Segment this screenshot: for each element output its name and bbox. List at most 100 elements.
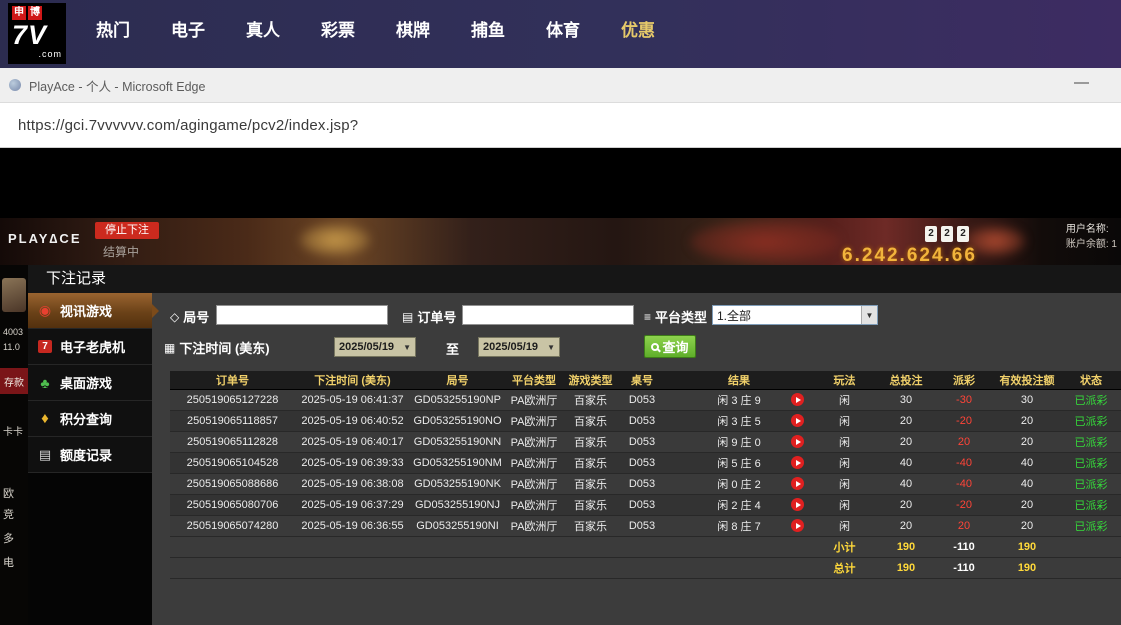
replay-play-button[interactable] bbox=[791, 519, 804, 532]
cell-time: 2025-05-19 06:38:08 bbox=[295, 473, 410, 494]
table-row: 250519065074280 2025-05-19 06:36:55 GD05… bbox=[170, 515, 1121, 536]
cell-status: 已派彩 bbox=[1061, 515, 1121, 536]
logo-square-2: 博 bbox=[28, 6, 42, 20]
replay-play-button[interactable] bbox=[791, 498, 804, 511]
subtotal-label: 小计 bbox=[812, 536, 877, 557]
nav-item-sports[interactable]: 体育 bbox=[546, 16, 580, 41]
total-label: 总计 bbox=[812, 557, 877, 578]
sidebar-item-table-games[interactable]: 桌面游戏 bbox=[28, 365, 152, 401]
replay-play-button[interactable] bbox=[791, 456, 804, 469]
cell-result: 闲 3 庄 9 bbox=[666, 389, 812, 410]
total-valid-bet: 190 bbox=[993, 557, 1061, 578]
date-to-picker[interactable]: 2025/05/19 ▼ bbox=[478, 337, 560, 357]
clipboard-icon bbox=[402, 310, 413, 324]
cell-time: 2025-05-19 06:40:52 bbox=[295, 410, 410, 431]
deposit-button-fragment[interactable]: 存款 bbox=[0, 368, 28, 394]
cell-table-no: D053 bbox=[618, 473, 666, 494]
cell-side: 闲 bbox=[812, 389, 877, 410]
url-text: https://gci.7vvvvvv.com/agingame/pcv2/in… bbox=[18, 117, 358, 134]
cell-platform: PA欧洲厅 bbox=[505, 389, 563, 410]
platform-type-select[interactable]: 1.全部 ▼ bbox=[712, 305, 878, 325]
col-header-play: 玩法 bbox=[812, 371, 877, 389]
tag-icon bbox=[170, 310, 179, 324]
cell-payout: -20 bbox=[935, 494, 993, 515]
cell-status: 已派彩 bbox=[1061, 452, 1121, 473]
cell-total-bet: 30 bbox=[877, 389, 935, 410]
site-logo[interactable]: 申 博 7V .com bbox=[8, 3, 66, 64]
subtotal-payout: -110 bbox=[935, 536, 993, 557]
table-header-row: 订单号 下注时间 (美东) 局号 平台类型 游戏类型 桌号 结果 玩法 总投注 … bbox=[170, 371, 1121, 389]
platform-type-label: 平台类型 bbox=[644, 307, 707, 326]
table-row: 250519065088686 2025-05-19 06:38:08 GD05… bbox=[170, 473, 1121, 494]
nav-item-hot[interactable]: 热门 bbox=[96, 16, 130, 41]
browser-title-bar: PlayAce - 个人 - Microsoft Edge — bbox=[0, 68, 1121, 103]
fragment-text: 电 bbox=[3, 554, 14, 570]
underlying-page-left-strip: 4003 11.0 存款 卡卡 欧 竞 多 电 bbox=[0, 265, 28, 625]
cell-table-no: D053 bbox=[618, 452, 666, 473]
replay-play-button[interactable] bbox=[791, 435, 804, 448]
cell-side: 闲 bbox=[812, 494, 877, 515]
cell-game: 百家乐 bbox=[563, 494, 618, 515]
nav-item-live[interactable]: 真人 bbox=[246, 16, 280, 41]
search-button[interactable]: 查询 bbox=[644, 335, 696, 358]
col-header-payout: 派彩 bbox=[935, 371, 993, 389]
nav-item-lottery[interactable]: 彩票 bbox=[321, 16, 355, 41]
cell-valid-bet: 20 bbox=[993, 431, 1061, 452]
replay-play-button[interactable] bbox=[791, 393, 804, 406]
date-from-picker[interactable]: 2025/05/19 ▼ bbox=[334, 337, 416, 357]
cell-valid-bet: 40 bbox=[993, 452, 1061, 473]
search-icon bbox=[651, 343, 659, 351]
modal-content: 局号 订单号 平台类型 1.全部 ▼ 下注时间 (美东) 2025 bbox=[152, 293, 1121, 625]
table-games-icon bbox=[36, 375, 54, 391]
stop-betting-button[interactable]: 停止下注 bbox=[95, 222, 159, 239]
cell-valid-bet: 30 bbox=[993, 389, 1061, 410]
minimize-button[interactable]: — bbox=[1066, 72, 1097, 93]
cell-order: 250519065118857 bbox=[170, 410, 295, 431]
result-text: 闲 9 庄 0 bbox=[717, 434, 760, 450]
round-number-input[interactable] bbox=[216, 305, 388, 325]
cell-result: 闲 9 庄 0 bbox=[666, 431, 812, 452]
address-bar[interactable]: https://gci.7vvvvvv.com/agingame/pcv2/in… bbox=[0, 103, 1121, 148]
total-total-bet: 190 bbox=[877, 557, 935, 578]
cell-status: 已派彩 bbox=[1061, 410, 1121, 431]
cell-total-bet: 20 bbox=[877, 515, 935, 536]
cell-platform: PA欧洲厅 bbox=[505, 431, 563, 452]
table-row: 250519065104528 2025-05-19 06:39:33 GD05… bbox=[170, 452, 1121, 473]
fragment-text: 多 bbox=[3, 530, 14, 546]
sidebar-item-slot-machines[interactable]: 电子老虎机 bbox=[28, 329, 152, 365]
nav-item-promotions[interactable]: 优惠 bbox=[621, 16, 655, 41]
nav-item-fishing[interactable]: 捕鱼 bbox=[471, 16, 505, 41]
platform-type-label-text: 平台类型 bbox=[655, 307, 707, 326]
avatar bbox=[2, 278, 26, 312]
casino-background-strip: PLAY∆CE 停止下注 结算中 2 2 2 6.242.624.66 用户名称… bbox=[0, 218, 1121, 265]
replay-play-button[interactable] bbox=[791, 477, 804, 490]
result-text: 闲 3 庄 5 bbox=[717, 413, 760, 429]
cell-status: 已派彩 bbox=[1061, 389, 1121, 410]
sidebar-item-video-games[interactable]: 视讯游戏 bbox=[28, 293, 152, 329]
col-header-status: 状态 bbox=[1061, 371, 1121, 389]
sidebar-item-quota-records[interactable]: 额度记录 bbox=[28, 437, 152, 473]
nav-item-electronic[interactable]: 电子 bbox=[171, 16, 205, 41]
nav-item-board-games[interactable]: 棋牌 bbox=[396, 16, 430, 41]
cell-platform: PA欧洲厅 bbox=[505, 494, 563, 515]
total-row: 总计 190 -110 190 bbox=[170, 557, 1121, 578]
cell-payout: -30 bbox=[935, 389, 993, 410]
col-header-total-bet: 总投注 bbox=[877, 371, 935, 389]
replay-play-button[interactable] bbox=[791, 414, 804, 427]
list-icon bbox=[644, 310, 651, 324]
cell-time: 2025-05-19 06:36:55 bbox=[295, 515, 410, 536]
site-top-nav: 申 博 7V .com 热门 电子 真人 彩票 棋牌 捕鱼 体育 优惠 bbox=[0, 0, 1121, 68]
cell-platform: PA欧洲厅 bbox=[505, 410, 563, 431]
cell-result: 闲 8 庄 7 bbox=[666, 515, 812, 536]
points-diamond-icon bbox=[36, 410, 54, 427]
order-number-input[interactable] bbox=[462, 305, 634, 325]
bet-time-label: 下注时间 (美东) bbox=[164, 338, 270, 357]
sidebar-item-label: 视讯游戏 bbox=[60, 301, 112, 320]
date-to-value: 2025/05/19 bbox=[483, 341, 538, 353]
sidebar-item-points-query[interactable]: 积分查询 bbox=[28, 401, 152, 437]
col-header-valid-bet: 有效投注额 bbox=[993, 371, 1061, 389]
user-info-panel: 用户名称: 账户余额: 1 bbox=[1066, 222, 1117, 252]
cell-order: 250519065127228 bbox=[170, 389, 295, 410]
result-text: 闲 0 庄 2 bbox=[717, 476, 760, 492]
sidebar-item-label: 桌面游戏 bbox=[60, 373, 112, 392]
